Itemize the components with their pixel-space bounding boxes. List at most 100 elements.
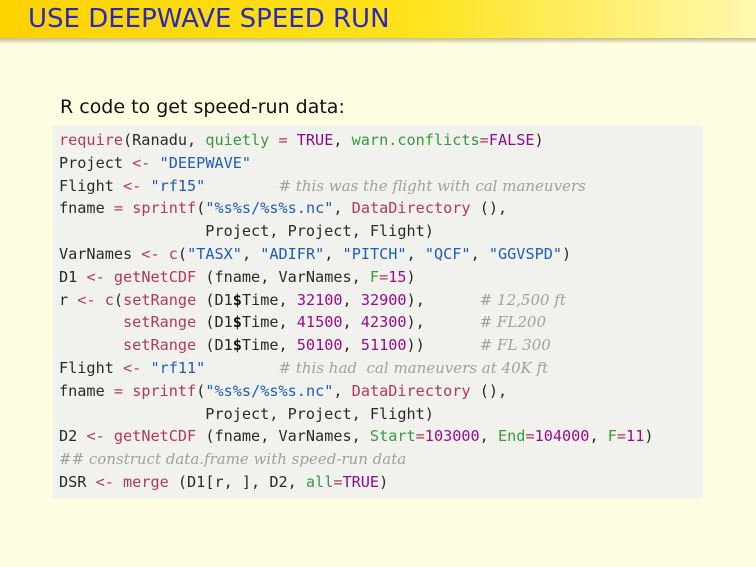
code-token-op: <-	[86, 427, 105, 446]
code-line: fname = sprintf("%s%s/%s%s.nc", DataDire…	[59, 197, 507, 220]
code-token-num: 50100	[296, 336, 343, 355]
code-token-fn: setRange	[123, 290, 197, 309]
code-token-const: FALSE	[488, 131, 535, 149]
code-token-plain: VarNames	[59, 245, 142, 263]
code-token-plain: ,	[241, 245, 261, 263]
code-token-cmt: ## construct data.frame with speed-run d…	[59, 450, 407, 469]
code-token-plain: ,	[470, 245, 489, 263]
code-token-op: <-	[95, 473, 114, 491]
code-token-op: =	[415, 427, 425, 446]
code-line: D2 <- getNetCDF (fname, VarNames, Start=…	[59, 425, 654, 448]
code-block: require(Ranadu, quietly = TRUE, warn.con…	[53, 126, 703, 498]
code-token-fn: sprintf	[132, 381, 197, 400]
code-token-plain: ,	[479, 427, 498, 446]
code-token-str: "GGVSPD"	[488, 245, 563, 263]
code-token-fn: require	[59, 131, 124, 149]
code-token-op: <-	[86, 267, 105, 286]
code-token-op: =	[379, 267, 389, 286]
code-token-plain: Time,	[241, 336, 297, 355]
code-token-plain: (Ranadu,	[123, 131, 206, 149]
code-line: Flight <- "rf15" # this was the flight w…	[59, 175, 586, 198]
code-token-str: "rf15"	[150, 176, 206, 195]
code-line: VarNames <- c("TASX", "ADIFR", "PITCH", …	[59, 243, 571, 266]
code-token-op: =	[525, 427, 535, 446]
code-token-num: 11	[626, 427, 645, 446]
code-token-fn: c	[104, 290, 114, 309]
code-token-plain: (	[177, 245, 188, 263]
code-line: setRange (D1$Time, 41500, 42300), # FL20…	[59, 311, 546, 334]
code-line: D1 <- getNetCDF (fname, VarNames, F=15)	[59, 266, 416, 289]
code-token-plain: ,	[324, 245, 343, 263]
code-token-plain: ,	[342, 336, 361, 355]
code-token-op: =	[616, 427, 627, 446]
code-token-plain: (D1	[196, 313, 233, 332]
code-token-num: 32100	[296, 290, 343, 309]
code-token-arg: all	[305, 473, 334, 491]
code-token-cmt: # FL200	[479, 313, 547, 332]
code-token-arg: warn.conflicts	[351, 131, 480, 149]
code-line: r <- c(setRange (D1$Time, 32100, 32900),…	[59, 289, 566, 312]
code-token-cmt: # this was the flight with cal maneuvers	[278, 176, 586, 195]
code-token-plain: (	[113, 290, 124, 309]
code-token-op: =	[113, 381, 124, 400]
code-token-str: "TASX"	[187, 245, 242, 263]
code-line: DSR <- merge (D1[r, ], D2, all=TRUE)	[59, 471, 388, 494]
code-token-plain: ,	[342, 290, 361, 309]
code-token-plain: ),	[406, 313, 480, 332]
code-token-plain: )	[379, 473, 389, 491]
code-token-num: 32900	[360, 290, 407, 309]
code-token-num: 51100	[360, 336, 407, 355]
code-token-plain: ,	[333, 381, 352, 400]
code-token-plain: (),	[470, 381, 508, 400]
code-token-num: 104000	[534, 427, 590, 446]
code-token-plain: DSR	[59, 473, 96, 491]
code-token-plain: ,	[589, 427, 608, 446]
code-token-plain: (	[196, 381, 206, 400]
code-token-str: "%s%s/%s%s.nc"	[205, 381, 334, 400]
code-token-op: =	[269, 131, 297, 149]
code-token-arg: End	[497, 427, 526, 446]
code-token-arg: F	[607, 427, 617, 446]
code-token-str: "QCF"	[424, 245, 471, 263]
code-token-plain: Flight	[59, 176, 124, 195]
code-token-arg: F	[369, 267, 380, 286]
code-token-arg: Start	[369, 427, 416, 446]
code-token-plain: ,	[342, 313, 361, 332]
code-token-plain: D2	[59, 427, 87, 446]
code-token-plain: ,	[333, 199, 352, 218]
code-token-fn: merge	[123, 473, 169, 491]
code-token-plain: Project, Project, Flight)	[59, 222, 434, 241]
code-token-plain: ,	[333, 131, 352, 149]
code-token-str: "rf11"	[150, 359, 206, 377]
code-line: fname = sprintf("%s%s/%s%s.nc", DataDire…	[59, 380, 507, 403]
code-token-plain: (D1[r, ], D2,	[168, 473, 306, 491]
code-token-str: "PITCH"	[342, 245, 407, 263]
code-token-plain: )	[534, 131, 544, 149]
code-line: setRange (D1$Time, 50100, 51100)) # FL 3…	[59, 334, 551, 357]
code-token-op: =	[113, 199, 124, 218]
code-token-plain: D1	[59, 267, 87, 286]
code-token-plain: ),	[406, 290, 480, 309]
code-token-plain: Time,	[241, 313, 297, 332]
code-line: ## construct data.frame with speed-run d…	[59, 448, 406, 471]
code-token-const: TRUE	[342, 473, 380, 491]
code-token-op: =	[333, 473, 343, 491]
code-token-plain: (fname, VarNames,	[196, 267, 370, 286]
code-token-str: "%s%s/%s%s.nc"	[205, 199, 334, 218]
code-token-op: <-	[141, 245, 160, 263]
code-token-dollar: $	[232, 336, 242, 355]
code-token-str: "DEEPWAVE"	[159, 153, 252, 172]
code-token-fn: setRange	[123, 313, 197, 332]
code-token-plain: (D1	[196, 336, 233, 355]
code-token-arg: quietly	[205, 131, 270, 149]
code-token-plain: Time,	[241, 290, 297, 309]
